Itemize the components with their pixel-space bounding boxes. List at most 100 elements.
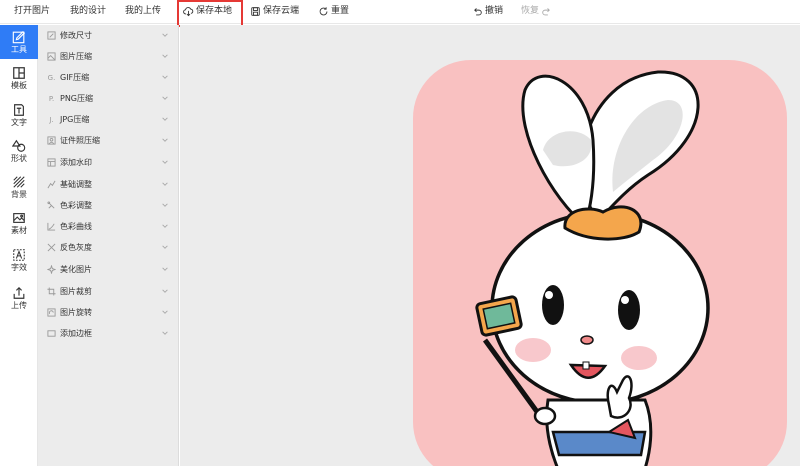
rotate-icon: [47, 308, 56, 317]
left-icon-bar: 工具 模板 文字 形状 背景 素材 字效 上传: [0, 25, 38, 466]
tool-item-image-compress[interactable]: 图片压缩: [38, 46, 179, 67]
tool-item-label: 反色灰度: [60, 243, 92, 252]
tools-panel: 修改尺寸 图片压缩 G. GIF压缩 P. PNG压缩 J. JPG压缩 证件照…: [38, 25, 179, 466]
tool-item-label: 图片压缩: [60, 52, 92, 61]
tool-item-label: 美化图片: [60, 265, 92, 274]
chevron-down-icon: [161, 158, 171, 168]
chevron-down-icon: [161, 265, 171, 275]
tool-item-label: 基础调整: [60, 180, 92, 189]
tool-item-add-border[interactable]: 添加边框: [38, 323, 179, 344]
color-icon: [47, 201, 56, 210]
tool-item-label: 证件照压缩: [60, 136, 100, 145]
redo-icon: [542, 7, 550, 15]
tool-item-crop[interactable]: 图片裁剪: [38, 281, 179, 302]
image-icon: [13, 212, 25, 223]
save-cloud-button[interactable]: 保存云端: [250, 0, 299, 22]
upload-icon: [13, 286, 25, 299]
rabbit-illustration[interactable]: [413, 60, 787, 466]
tool-item-label: 图片裁剪: [60, 287, 92, 296]
invert-icon: [47, 243, 56, 252]
sidebar-item-tools[interactable]: 工具: [0, 25, 38, 59]
template-icon: [13, 66, 25, 79]
sidebar-item-label: 字效: [11, 262, 27, 272]
sidebar-item-text[interactable]: 文字: [0, 98, 38, 132]
tool-item-jpg-compress[interactable]: J. JPG压缩: [38, 109, 179, 130]
sidebar-item-label: 文字: [11, 117, 27, 127]
edit-icon: [12, 30, 26, 43]
save-local-button[interactable]: 保存本地: [183, 0, 232, 22]
my-uploads-label: 我的上传: [125, 6, 162, 16]
save-local-label: 保存本地: [196, 6, 233, 16]
resize-icon: [47, 31, 56, 40]
sidebar-item-label: 形状: [11, 153, 27, 163]
tool-item-label: JPG压缩: [60, 115, 90, 124]
sidebar-item-templates[interactable]: 模板: [0, 61, 38, 95]
jpg-icon: J.: [49, 115, 54, 124]
editor-canvas[interactable]: [180, 25, 800, 466]
chevron-down-icon: [161, 73, 171, 83]
undo-icon: [474, 7, 482, 15]
tool-item-label: 色彩调整: [60, 201, 92, 210]
curve-icon: [47, 222, 56, 231]
open-image-button[interactable]: 打开图片: [14, 0, 50, 22]
chevron-down-icon: [161, 329, 171, 339]
cloud-download-icon: [183, 6, 194, 16]
tool-item-add-watermark[interactable]: 添加水印: [38, 152, 179, 173]
refresh-icon: [319, 6, 328, 15]
sidebar-item-upload[interactable]: 上传: [0, 281, 38, 315]
tool-item-label: 添加水印: [60, 158, 92, 167]
save-icon: [251, 6, 260, 16]
chevron-down-icon: [161, 94, 171, 104]
sidebar-item-label: 工具: [11, 44, 27, 54]
beautify-icon: [47, 265, 56, 274]
top-toolbar: 打开图片 我的设计 我的上传 保存本地 保存云端 重置 撤销 恢复: [0, 0, 800, 27]
sidebar-item-label: 素材: [11, 225, 27, 235]
chevron-down-icon: [161, 222, 171, 232]
tool-item-invert-grayscale[interactable]: 反色灰度: [38, 237, 179, 258]
shapes-icon: [12, 139, 26, 152]
png-icon: P.: [48, 94, 55, 103]
my-uploads-button[interactable]: 我的上传: [125, 0, 161, 22]
chevron-down-icon: [161, 115, 171, 125]
reset-label: 重置: [331, 6, 350, 16]
tool-item-id-photo-compress[interactable]: 证件照压缩: [38, 130, 179, 151]
chevron-down-icon: [161, 308, 171, 318]
redo-button[interactable]: 恢复: [521, 0, 552, 22]
tool-item-rotate[interactable]: 图片旋转: [38, 302, 179, 323]
undo-button[interactable]: 撤销: [472, 0, 503, 22]
sidebar-item-background[interactable]: 背景: [0, 170, 38, 204]
chevron-down-icon: [161, 243, 171, 253]
crop-icon: [47, 287, 56, 296]
tool-item-resize[interactable]: 修改尺寸: [38, 25, 179, 46]
sidebar-item-label: 背景: [11, 189, 27, 199]
chevron-down-icon: [161, 136, 171, 146]
my-designs-label: 我的设计: [70, 6, 107, 16]
my-designs-button[interactable]: 我的设计: [70, 0, 106, 22]
chevron-down-icon: [161, 52, 171, 62]
tool-item-beautify[interactable]: 美化图片: [38, 259, 179, 280]
tool-item-gif-compress[interactable]: G. GIF压缩: [38, 67, 179, 88]
sidebar-item-materials[interactable]: 素材: [0, 206, 38, 240]
sidebar-item-shapes[interactable]: 形状: [0, 134, 38, 168]
tool-item-label: 色彩曲线: [60, 222, 92, 231]
redo-label: 恢复: [521, 6, 540, 16]
tool-item-label: GIF压缩: [60, 73, 90, 82]
compress-icon: [47, 52, 56, 61]
tool-item-color-curve[interactable]: 色彩曲线: [38, 216, 179, 237]
text-icon: [14, 103, 24, 116]
id-photo-icon: [47, 136, 56, 145]
chevron-down-icon: [161, 180, 171, 190]
sidebar-item-text-effects[interactable]: 字效: [0, 243, 38, 277]
sidebar-item-label: 模板: [11, 80, 27, 90]
chevron-down-icon: [161, 31, 171, 41]
adjust-icon: [47, 180, 56, 189]
undo-label: 撤销: [485, 6, 504, 16]
tool-item-png-compress[interactable]: P. PNG压缩: [38, 88, 179, 109]
reset-button[interactable]: 重置: [318, 0, 349, 22]
border-icon: [47, 329, 56, 338]
chevron-down-icon: [161, 201, 171, 211]
save-cloud-label: 保存云端: [263, 6, 300, 16]
watermark-icon: [47, 158, 56, 167]
tool-item-color-adjust[interactable]: 色彩调整: [38, 195, 179, 216]
tool-item-basic-adjust[interactable]: 基础调整: [38, 174, 179, 195]
